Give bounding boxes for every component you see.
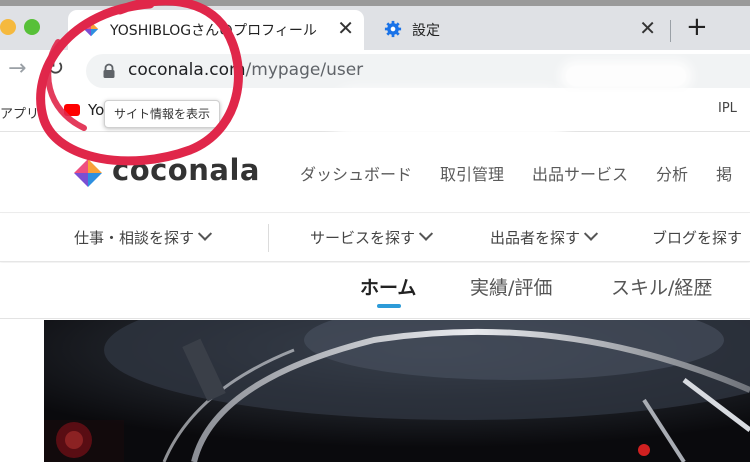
tab-title: 設定 bbox=[412, 23, 440, 39]
redaction-blur bbox=[340, 100, 560, 130]
zoom-window-button[interactable] bbox=[24, 19, 40, 35]
cover-photo bbox=[44, 320, 750, 462]
site-logo-text[interactable]: coconala bbox=[112, 153, 260, 187]
minimize-window-button[interactable] bbox=[0, 19, 16, 35]
category-navigation: 仕事・相談を探す サービスを探す 出品者を探す ブログを探す bbox=[0, 214, 750, 262]
tab-profile[interactable]: YOSHIBLOGさんのプロフィール ✕ bbox=[68, 10, 364, 50]
forward-button[interactable]: → bbox=[8, 56, 26, 81]
subnav-label: サービスを探す bbox=[310, 229, 416, 247]
gear-icon bbox=[384, 20, 402, 38]
subnav-find-jobs[interactable]: 仕事・相談を探す bbox=[74, 226, 213, 248]
new-tab-button[interactable]: + bbox=[686, 12, 708, 42]
chevron-down-icon bbox=[583, 226, 599, 241]
tab-home[interactable]: ホーム bbox=[360, 273, 416, 300]
nav-transactions[interactable]: 取引管理 bbox=[440, 161, 504, 185]
nav-analytics[interactable]: 分析 bbox=[656, 161, 688, 185]
subnav-find-blogs[interactable]: ブログを探す bbox=[652, 227, 742, 248]
close-tab-icon[interactable]: ✕ bbox=[337, 17, 354, 39]
coconala-logo-icon[interactable] bbox=[72, 157, 104, 189]
url-text: coconala.com/mypage/user bbox=[128, 60, 363, 80]
profile-cover-image bbox=[44, 320, 750, 462]
subnav-label: 出品者を探す bbox=[490, 229, 581, 247]
tab-title: YOSHIBLOGさんのプロフィール bbox=[110, 23, 317, 39]
nav-more[interactable]: 掲 bbox=[716, 161, 732, 185]
bookmark-apps[interactable]: アプリ bbox=[0, 103, 39, 122]
subnav-find-services[interactable]: サービスを探す bbox=[310, 226, 434, 248]
coconala-favicon-icon bbox=[83, 21, 99, 37]
youtube-icon bbox=[64, 104, 80, 116]
url-input[interactable]: coconala.com/mypage/user bbox=[86, 54, 750, 88]
browser-window: YOSHIBLOGさんのプロフィール ✕ 設定 ✕ + → ↻ coconala… bbox=[0, 0, 750, 462]
tab-separator bbox=[670, 20, 671, 42]
site-info-tooltip: サイト情報を表示 bbox=[104, 100, 221, 128]
nav-dashboard[interactable]: ダッシュボード bbox=[300, 161, 412, 185]
redaction-blur bbox=[566, 66, 686, 86]
address-bar-row: → ↻ coconala.com/mypage/user bbox=[0, 50, 750, 92]
url-path: /mypage/user bbox=[245, 60, 364, 80]
nav-listed-services[interactable]: 出品サービス bbox=[532, 161, 628, 185]
tab-skills[interactable]: スキル/経歴 bbox=[611, 273, 712, 300]
tab-bar: YOSHIBLOGさんのプロフィール ✕ 設定 ✕ + bbox=[0, 6, 750, 50]
tab-achievements[interactable]: 実績/評価 bbox=[470, 273, 552, 300]
chevron-down-icon bbox=[197, 226, 213, 241]
bookmark-youtube[interactable]: Yo bbox=[88, 101, 104, 119]
subnav-divider bbox=[268, 224, 269, 252]
subnav-find-sellers[interactable]: 出品者を探す bbox=[490, 226, 599, 248]
url-host: coconala.com bbox=[128, 60, 246, 80]
close-tab-icon[interactable]: ✕ bbox=[639, 17, 656, 39]
reload-button[interactable]: ↻ bbox=[46, 56, 64, 81]
top-navigation: ダッシュボード 取引管理 出品サービス 分析 掲 bbox=[300, 161, 732, 185]
profile-tabs: ホーム 実績/評価 スキル/経歴 bbox=[0, 263, 750, 319]
chevron-down-icon bbox=[418, 226, 434, 241]
bookmark-right[interactable]: IPL bbox=[718, 101, 737, 116]
active-tab-indicator bbox=[377, 304, 401, 308]
site-header: coconala ダッシュボード 取引管理 出品サービス 分析 掲 bbox=[0, 133, 750, 213]
lock-icon[interactable] bbox=[102, 63, 116, 79]
subnav-label: 仕事・相談を探す bbox=[74, 229, 195, 247]
tab-settings[interactable]: 設定 ✕ bbox=[370, 10, 666, 50]
subnav-label: ブログを探す bbox=[652, 229, 743, 247]
